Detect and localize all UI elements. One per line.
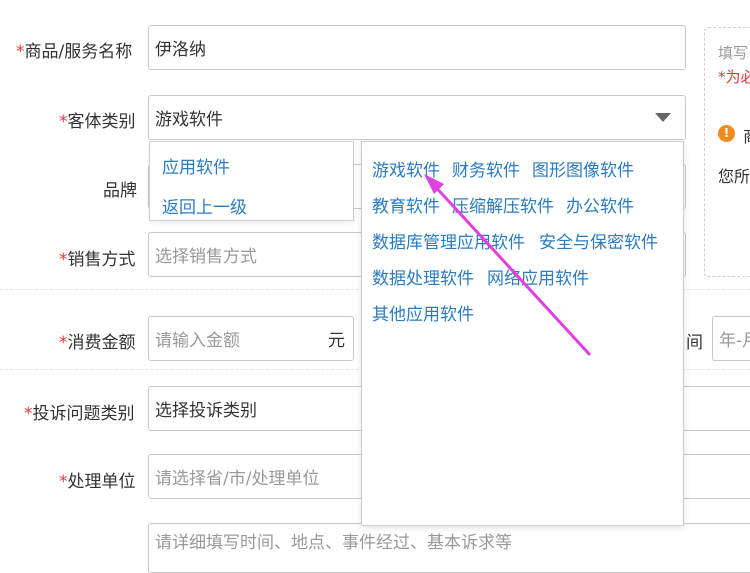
annotation-arrow-icon xyxy=(424,174,592,357)
